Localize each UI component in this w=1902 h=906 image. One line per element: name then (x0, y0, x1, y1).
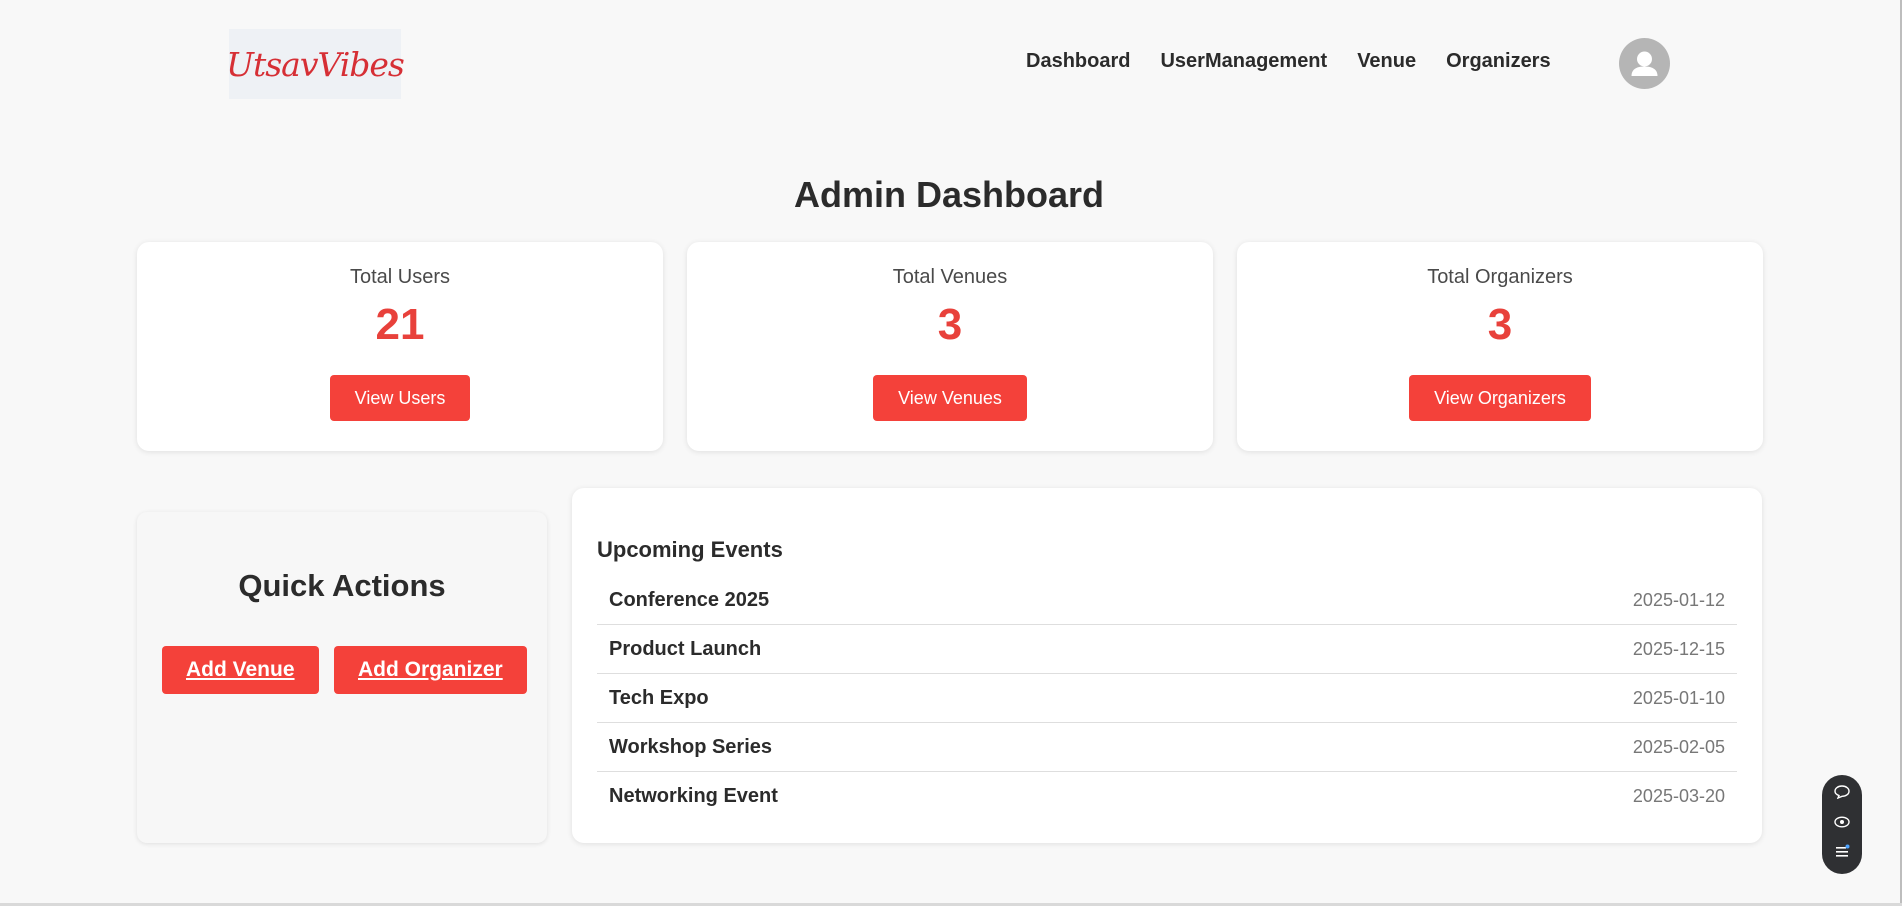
stat-label: Total Venues (892, 266, 1008, 288)
event-date: 2025-12-15 (1632, 638, 1725, 659)
logo[interactable]: UtsavVibes (226, 29, 405, 99)
event-row[interactable]: Workshop Series 2025-02-05 (597, 723, 1737, 772)
stat-value: 3 (1487, 300, 1513, 349)
add-venue-button[interactable]: Add Venue (162, 646, 319, 694)
logo-text: UtsavVibes (226, 44, 405, 84)
event-name: Product Launch (609, 637, 762, 660)
add-organizer-button[interactable]: Add Organizer (334, 646, 527, 694)
event-row[interactable]: Conference 2025 2025-01-12 (597, 576, 1737, 625)
chat-icon[interactable] (1822, 785, 1862, 802)
page-title: Admin Dashboard (793, 174, 1105, 215)
stat-card-organizers: Total Organizers 3 View Organizers (1237, 242, 1763, 451)
stat-value: 21 (375, 300, 425, 349)
stat-card-venues: Total Venues 3 View Venues (687, 242, 1213, 451)
upcoming-events-panel: Upcoming Events Conference 2025 2025-01-… (572, 488, 1762, 843)
floating-widget (1822, 775, 1862, 874)
event-name: Tech Expo (609, 686, 709, 709)
events-list: Conference 2025 2025-01-12 Product Launc… (597, 576, 1737, 821)
quick-actions-panel: Quick Actions Add Venue Add Organizer (137, 512, 547, 843)
stat-card-users: Total Users 21 View Users (137, 242, 663, 451)
event-name: Workshop Series (609, 735, 773, 758)
event-row[interactable]: Product Launch 2025-12-15 (597, 625, 1737, 674)
nav-organizers[interactable]: Organizers (1446, 50, 1550, 73)
event-row[interactable]: Networking Event 2025-03-20 (597, 772, 1737, 821)
event-date: 2025-01-12 (1632, 589, 1725, 610)
quick-actions-title: Quick Actions (238, 568, 446, 603)
event-row[interactable]: Tech Expo 2025-01-10 (597, 674, 1737, 723)
stat-label: Total Users (349, 266, 451, 288)
nav-venue[interactable]: Venue (1357, 50, 1416, 73)
user-icon (1631, 51, 1658, 76)
stat-value: 3 (937, 300, 963, 349)
event-name: Conference 2025 (609, 588, 770, 611)
event-name: Networking Event (609, 785, 778, 807)
event-date: 2025-03-20 (1632, 786, 1725, 806)
avatar[interactable] (1619, 38, 1670, 89)
menu-icon[interactable] (1822, 844, 1862, 861)
eye-icon[interactable] (1822, 815, 1862, 831)
view-organizers-button[interactable]: View Organizers (1409, 375, 1591, 421)
nav-dashboard[interactable]: Dashboard (1026, 50, 1130, 73)
page: UtsavVibes Dashboard UserManagement Venu… (0, 0, 1902, 906)
upcoming-events-title: Upcoming Events (597, 537, 783, 562)
main-nav: Dashboard UserManagement Venue Organizer… (1026, 50, 1581, 73)
nav-user-management[interactable]: UserManagement (1160, 50, 1327, 73)
event-date: 2025-02-05 (1632, 736, 1725, 757)
view-venues-button[interactable]: View Venues (873, 375, 1027, 421)
view-users-button[interactable]: View Users (329, 375, 471, 421)
stat-label: Total Organizers (1427, 266, 1573, 288)
event-date: 2025-01-10 (1632, 687, 1725, 708)
